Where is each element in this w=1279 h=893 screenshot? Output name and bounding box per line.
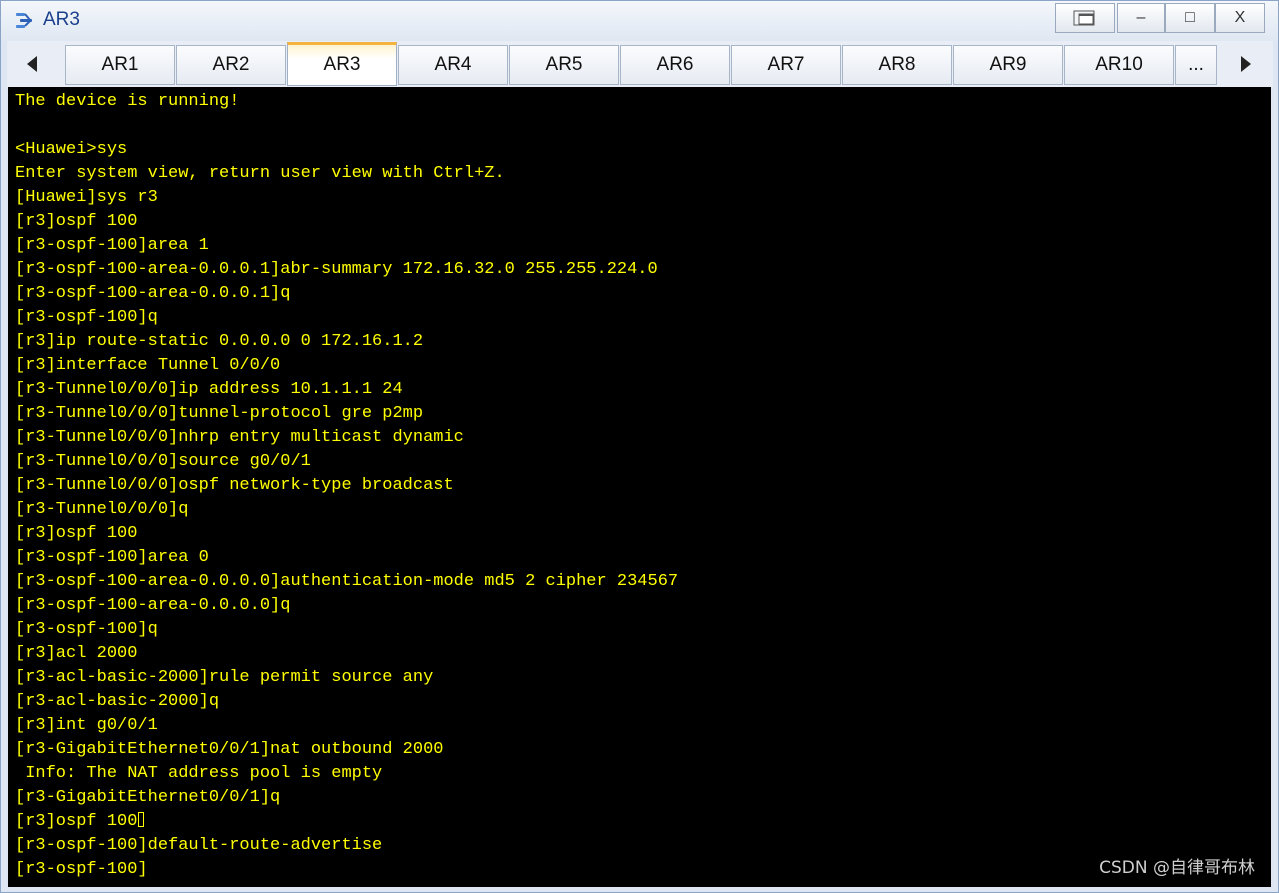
terminal-line: [r3-ospf-100-area-0.0.0.0]authentication… [15,572,679,591]
close-button[interactable]: X [1215,3,1265,33]
terminal-line: [r3-Tunnel0/0/0]nhrp entry multicast dyn… [15,428,464,447]
tab-label: AR9 [989,54,1027,75]
terminal-output: The device is running! <Huawei>sys Enter s… [15,90,678,882]
terminal-console[interactable]: The device is running! <Huawei>sys Enter s… [8,87,1271,887]
terminal-line: [Huawei]sys r3 [15,188,158,207]
scroll-tabs-left-button[interactable] [7,41,57,87]
terminal-line: [r3]ospf 100 [15,212,138,231]
tab-more[interactable]: ... [1175,45,1217,85]
scroll-tabs-right-button[interactable] [1221,41,1271,87]
tab-ar5[interactable]: AR5 [509,45,619,85]
terminal-line: [r3-Tunnel0/0/0]q [15,500,189,519]
triangle-right-icon [1241,56,1251,72]
terminal-line: [r3-ospf-100]q [15,620,158,639]
router-app-icon [16,13,32,28]
terminal-window: AR3 – □ X AR1 AR2 AR3 AR4 AR5 AR6 AR7 AR… [0,0,1279,893]
tab-ar8[interactable]: AR8 [842,45,952,85]
terminal-line: [r3]ospf 100 [15,810,678,834]
terminal-line: [r3-Tunnel0/0/0]ospf network-type broadc… [15,476,454,495]
title-bar[interactable]: AR3 – □ X [1,1,1278,41]
tab-ar10[interactable]: AR10 [1064,45,1174,85]
watermark: CSDN @自律哥布林 [1099,858,1255,878]
terminal-line: [r3-ospf-100]default-route-advertise [15,836,383,855]
terminal-line: [r3]ospf 100 [15,524,138,543]
tab-ar7[interactable]: AR7 [731,45,841,85]
tab-ar3[interactable]: AR3 [287,42,397,86]
tab-label: AR10 [1095,54,1143,75]
minimize-icon: – [1136,9,1146,26]
maximize-icon: □ [1185,9,1195,26]
terminal-line: [r3-GigabitEthernet0/0/1]nat outbound 20… [15,740,444,759]
terminal-line: [r3-Tunnel0/0/0]ip address 10.1.1.1 24 [15,380,403,399]
terminal-line: [r3-GigabitEthernet0/0/1]q [15,788,281,807]
terminal-line: [r3-ospf-100]area 1 [15,236,209,255]
tab-label: AR3 [323,54,361,75]
terminal-line: [r3]interface Tunnel 0/0/0 [15,356,281,375]
restore-icon [1073,10,1095,26]
terminal-line: [r3]ip route-static 0.0.0.0 0 172.16.1.2 [15,332,424,351]
terminal-line: [r3-acl-basic-2000]q [15,692,220,711]
terminal-line: Enter system view, return user view with… [15,164,505,183]
triangle-left-icon [27,56,37,72]
text-cursor [138,812,145,827]
tab-label: AR1 [101,54,139,75]
terminal-line: <Huawei>sys [15,140,128,159]
tab-ar6[interactable]: AR6 [620,45,730,85]
terminal-line: [r3-ospf-100-area-0.0.0.1]abr-summary 17… [15,260,658,279]
terminal-line: [r3-ospf-100-area-0.0.0.1]q [15,284,291,303]
restore-window-button[interactable] [1055,3,1115,33]
close-icon: X [1234,9,1246,26]
terminal-line: [r3]acl 2000 [15,644,138,663]
terminal-line: [r3-ospf-100] [15,860,148,879]
tab-ar4[interactable]: AR4 [398,45,508,85]
tab-label: AR4 [434,54,472,75]
tab-label: AR6 [656,54,694,75]
terminal-line: [r3-ospf-100-area-0.0.0.0]q [15,596,291,615]
terminal-line: Info: The NAT address pool is empty [15,764,383,783]
maximize-button[interactable]: □ [1165,3,1215,33]
tab-ar2[interactable]: AR2 [176,45,286,85]
terminal-line: [r3-acl-basic-2000]rule permit source an… [15,668,434,687]
tab-label: AR8 [878,54,916,75]
terminal-line: [r3-Tunnel0/0/0]source g0/0/1 [15,452,311,471]
tab-label: ... [1188,54,1204,75]
terminal-line: The device is running! [15,92,240,111]
tab-label: AR2 [212,54,250,75]
minimize-button[interactable]: – [1117,3,1165,33]
window-title: AR3 [43,9,80,30]
tab-strip: AR1 AR2 AR3 AR4 AR5 AR6 AR7 AR8 AR9 AR10… [7,41,1273,87]
terminal-line: [r3-ospf-100]q [15,308,158,327]
tab-label: AR7 [767,54,805,75]
terminal-line: [r3-ospf-100]area 0 [15,548,209,567]
tab-ar1[interactable]: AR1 [65,45,175,85]
terminal-line: [r3-Tunnel0/0/0]tunnel-protocol gre p2mp [15,404,424,423]
terminal-line: [r3]int g0/0/1 [15,716,158,735]
tab-label: AR5 [545,54,583,75]
tab-ar9[interactable]: AR9 [953,45,1063,85]
